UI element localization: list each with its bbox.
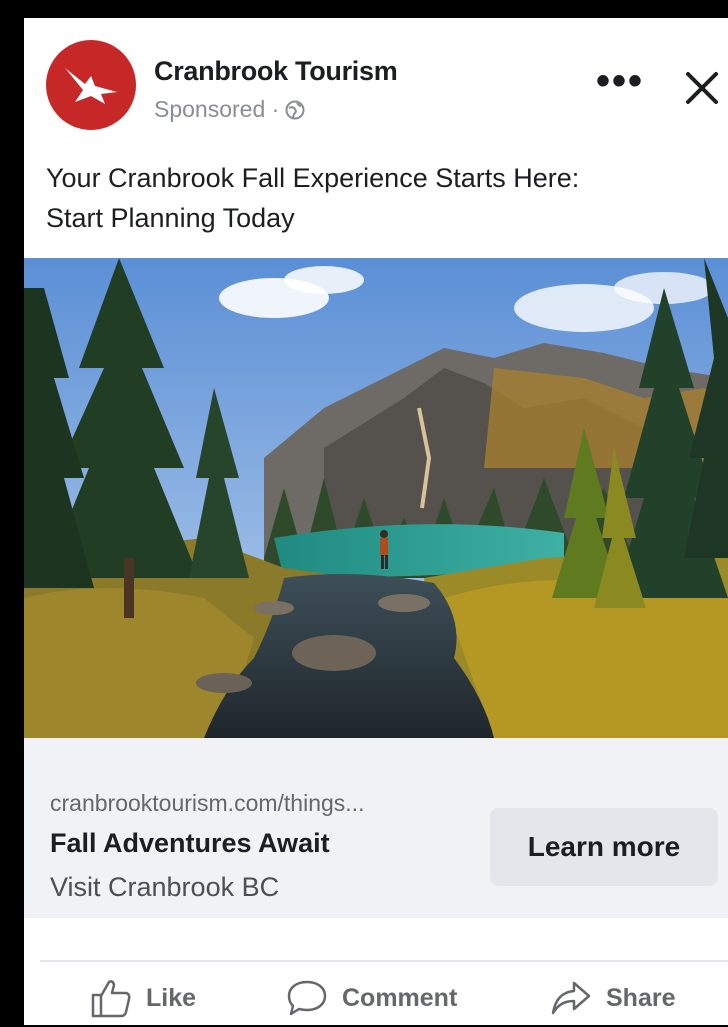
share-arrow-icon (551, 981, 591, 1015)
comment-label: Comment (342, 983, 458, 1012)
close-icon (686, 72, 718, 104)
close-button[interactable] (680, 66, 724, 110)
post-text-line-1: Your Cranbrook Fall Experience Starts He… (46, 163, 580, 193)
landscape-photo-art (24, 258, 728, 738)
comment-button[interactable]: Comment (286, 976, 457, 1020)
learn-more-button[interactable]: Learn more (490, 808, 718, 886)
page-avatar[interactable] (46, 40, 136, 130)
comment-bubble-icon (287, 980, 327, 1016)
link-preview[interactable]: cranbrooktourism.com/things... Fall Adve… (24, 738, 728, 918)
link-url: cranbrooktourism.com/things... (50, 790, 365, 816)
sponsored-post-card: Cranbrook Tourism Sponsored · ••• Your C… (24, 18, 728, 1025)
share-button[interactable]: Share (550, 976, 675, 1020)
post-header: Cranbrook Tourism Sponsored · ••• (24, 18, 728, 130)
more-options-button[interactable]: ••• (590, 61, 650, 106)
share-label: Share (606, 983, 676, 1012)
post-text: Your Cranbrook Fall Experience Starts He… (46, 158, 706, 238)
globe-icon (285, 100, 305, 119)
landscape-photo[interactable] (24, 258, 728, 738)
link-title: Fall Adventures Await (50, 828, 330, 858)
bird-logo-icon (65, 68, 117, 104)
like-button[interactable]: Like (90, 976, 196, 1020)
link-subtitle: Visit Cranbrook BC (50, 872, 280, 902)
actions-divider (40, 960, 728, 962)
page-name-link[interactable]: Cranbrook Tourism (154, 56, 398, 87)
thumbs-up-icon (91, 980, 131, 1018)
post-text-line-2: Start Planning Today (46, 203, 295, 233)
sponsored-label-row: Sponsored · (154, 96, 305, 123)
sponsored-label: Sponsored · (154, 96, 280, 122)
post-actions-bar: Like Comment Share (24, 970, 728, 1025)
like-label: Like (146, 983, 197, 1012)
more-options-icon: ••• (595, 59, 644, 103)
